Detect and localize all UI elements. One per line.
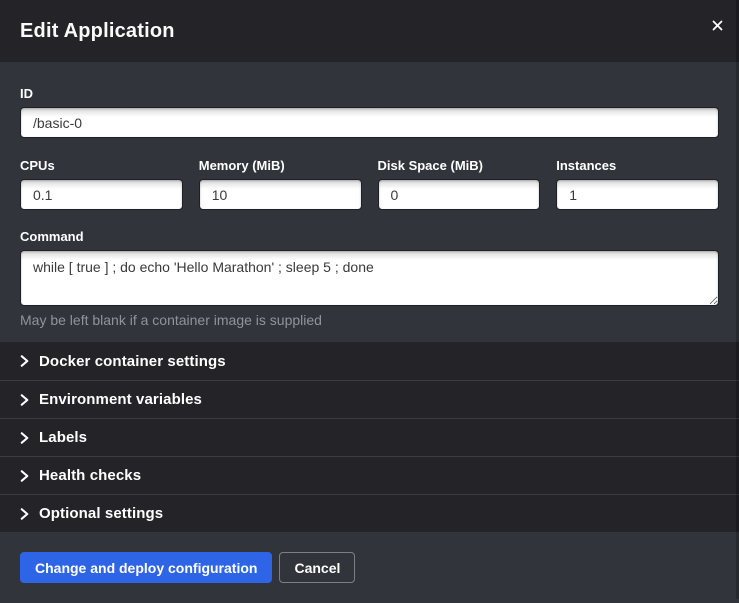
modal-title: Edit Application xyxy=(20,20,175,43)
accordion-sections: Docker container settings Environment va… xyxy=(0,342,739,532)
command-textarea[interactable]: while [ true ] ; do echo 'Hello Marathon… xyxy=(20,250,719,306)
change-and-deploy-button[interactable]: Change and deploy configuration xyxy=(20,552,272,583)
section-environment-variables[interactable]: Environment variables xyxy=(0,380,739,418)
field-group-id: ID xyxy=(20,86,719,138)
chevron-right-icon xyxy=(20,432,29,444)
cancel-button[interactable]: Cancel xyxy=(279,552,355,583)
section-label: Health checks xyxy=(39,467,141,484)
chevron-right-icon xyxy=(20,508,29,520)
field-group-memory: Memory (MiB) xyxy=(199,158,362,210)
application-form: ID CPUs Memory (MiB) Disk Space (MiB) In… xyxy=(0,62,739,342)
disk-label: Disk Space (MiB) xyxy=(378,158,541,173)
cpus-input[interactable] xyxy=(20,179,183,210)
section-label: Optional settings xyxy=(39,505,163,522)
field-group-instances: Instances xyxy=(556,158,719,210)
section-label: Environment variables xyxy=(39,391,202,408)
instances-label: Instances xyxy=(556,158,719,173)
memory-label: Memory (MiB) xyxy=(199,158,362,173)
chevron-right-icon xyxy=(20,394,29,406)
edit-application-modal: Edit Application ID CPUs Memory (MiB) xyxy=(0,0,739,599)
section-docker-container-settings[interactable]: Docker container settings xyxy=(0,342,739,380)
chevron-right-icon xyxy=(20,470,29,482)
modal-footer: Change and deploy configuration Cancel xyxy=(0,532,739,603)
id-label: ID xyxy=(20,86,719,101)
disk-input[interactable] xyxy=(378,179,541,210)
section-labels[interactable]: Labels xyxy=(0,418,739,456)
section-health-checks[interactable]: Health checks xyxy=(0,456,739,494)
resources-row: CPUs Memory (MiB) Disk Space (MiB) Insta… xyxy=(20,158,719,210)
command-label: Command xyxy=(20,229,719,244)
field-group-disk: Disk Space (MiB) xyxy=(378,158,541,210)
instances-input[interactable] xyxy=(556,179,719,210)
chevron-right-icon xyxy=(20,355,29,367)
section-label: Docker container settings xyxy=(39,353,226,370)
modal-header: Edit Application xyxy=(0,0,739,62)
section-optional-settings[interactable]: Optional settings xyxy=(0,494,739,532)
id-input[interactable] xyxy=(20,107,719,138)
cpus-label: CPUs xyxy=(20,158,183,173)
close-button[interactable] xyxy=(707,15,727,35)
command-help-text: May be left blank if a container image i… xyxy=(20,312,719,328)
section-label: Labels xyxy=(39,429,87,446)
field-group-command: Command while [ true ] ; do echo 'Hello … xyxy=(20,229,719,328)
field-group-cpus: CPUs xyxy=(20,158,183,210)
memory-input[interactable] xyxy=(199,179,362,210)
close-icon xyxy=(712,20,723,31)
